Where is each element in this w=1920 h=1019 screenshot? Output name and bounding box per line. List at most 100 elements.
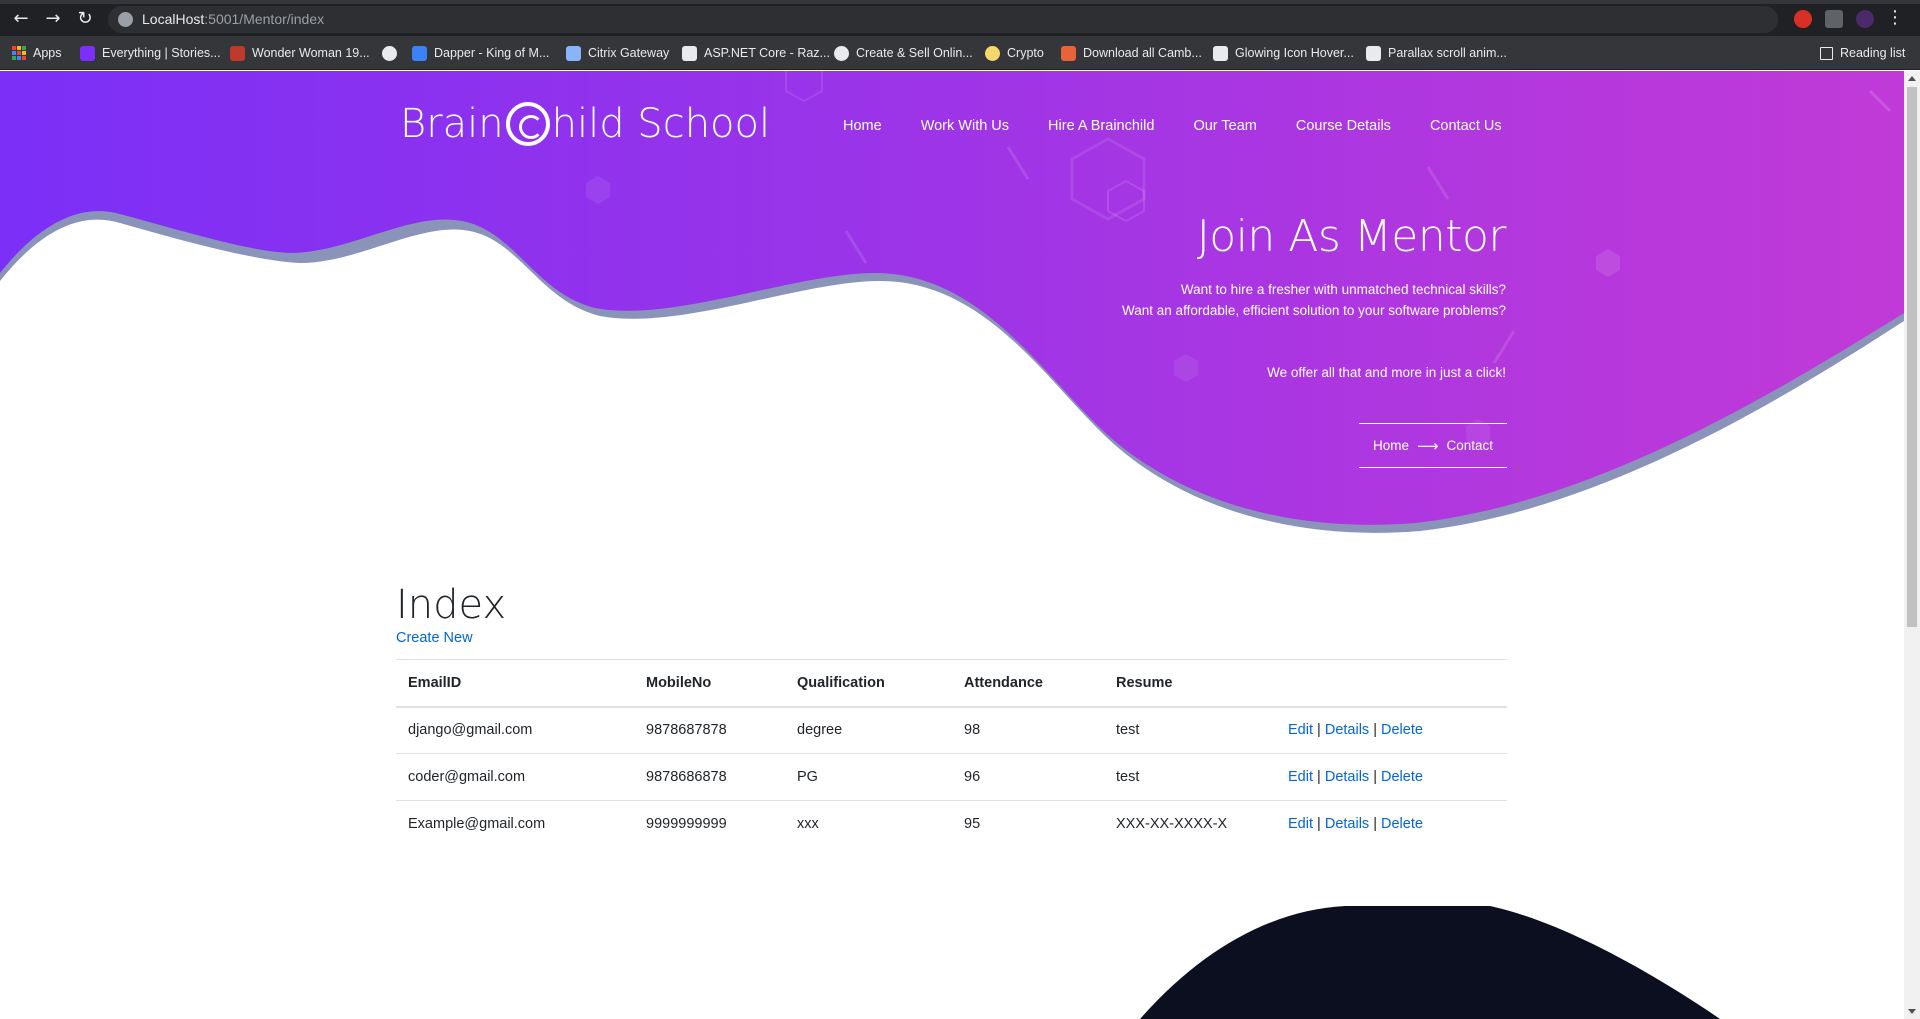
details-link[interactable]: Details xyxy=(1325,769,1369,785)
bookmark-label: Dapper - King of M... xyxy=(434,46,550,60)
kebab-menu-icon[interactable]: ⋮ xyxy=(1884,7,1906,29)
tab-strip xyxy=(0,0,1920,4)
scrollbar-thumb[interactable] xyxy=(1907,87,1917,627)
column-header-mobileno: MobileNo xyxy=(634,659,785,708)
bookmark-item[interactable]: ASP.NET Core - Raz... xyxy=(682,44,830,62)
breadcrumb: Home ⟶ Contact xyxy=(1359,423,1507,468)
reload-icon[interactable]: ↻ xyxy=(74,8,96,30)
edit-link[interactable]: Edit xyxy=(1288,722,1313,738)
bookmark-label: Wonder Woman 19... xyxy=(252,46,370,60)
extension-stop-icon[interactable] xyxy=(1794,10,1812,28)
site-info-icon[interactable] xyxy=(118,12,133,27)
column-header-actions xyxy=(1276,659,1507,708)
codepen-favicon xyxy=(1366,45,1381,61)
bookmark-item[interactable]: Citrix Gateway xyxy=(566,44,669,62)
page-scrollbar[interactable] xyxy=(1904,71,1920,1019)
url-text[interactable]: LocalHost:5001/Mentor/index xyxy=(142,11,324,27)
globe-favicon xyxy=(834,45,849,61)
bookmark-item[interactable]: Wonder Woman 19... xyxy=(230,44,370,62)
logo-text-brain: Brain xyxy=(400,101,504,147)
reading-list-label: Reading list xyxy=(1840,46,1906,60)
cell-mobile: 9999999999 xyxy=(646,816,727,833)
codepen-favicon xyxy=(1213,45,1228,61)
cell-qualification: PG xyxy=(785,753,952,801)
cell-email: Example@gmail.com xyxy=(408,816,546,833)
index-section: Index Create New EmailID MobileNo Qualif… xyxy=(396,581,1507,832)
cell-mobile: 9878686878 xyxy=(634,753,785,801)
bookmark-item[interactable]: Create & Sell Onlin... xyxy=(834,44,973,62)
forward-icon[interactable]: → xyxy=(42,8,64,30)
cell-qualification: degree xyxy=(785,706,952,754)
address-bar[interactable]: LocalHost:5001/Mentor/index xyxy=(108,6,1778,33)
nav-link-contact-us[interactable]: Contact Us xyxy=(1430,118,1502,134)
edit-link[interactable]: Edit xyxy=(1288,769,1313,785)
bookmark-item[interactable]: Everything | Stories... xyxy=(80,44,221,62)
dapper-favicon xyxy=(412,45,427,61)
create-new-link[interactable]: Create New xyxy=(396,630,473,646)
extensions-puzzle-icon[interactable] xyxy=(1825,10,1843,28)
delete-link[interactable]: Delete xyxy=(1381,769,1423,785)
profile-avatar[interactable] xyxy=(1856,10,1874,28)
nav-link-hire-a-brainchild[interactable]: Hire A Brainchild xyxy=(1048,118,1154,134)
table-row: django@gmail.com 9878687878 degree 98 test Ed… xyxy=(396,706,1507,754)
bookmark-label: ASP.NET Core - Raz... xyxy=(704,46,830,60)
main-nav: Home Work With Us Hire A Brainchild Our Tea… xyxy=(843,118,1502,134)
hero-line-3: We offer all that and more in just a cli… xyxy=(1267,365,1506,380)
bookmark-label: Crypto xyxy=(1007,46,1044,60)
action-separator: | xyxy=(1373,769,1377,785)
bookmark-item[interactable]: Download all Camb... xyxy=(1061,44,1202,62)
bookmark-item[interactable] xyxy=(382,44,397,62)
details-link[interactable]: Details xyxy=(1325,816,1369,832)
bookmark-item[interactable]: Parallax scroll anim... xyxy=(1366,44,1507,62)
cell-email: coder@gmail.com xyxy=(396,753,634,801)
cell-attendance: 96 xyxy=(952,753,1104,801)
details-link[interactable]: Details xyxy=(1325,722,1369,738)
nav-link-our-team[interactable]: Our Team xyxy=(1193,118,1256,134)
cell-resume: test xyxy=(1104,753,1276,801)
mentor-table: EmailID MobileNo Qualification Attendanc… xyxy=(396,659,1507,848)
asp-favicon xyxy=(682,45,697,61)
globe-favicon xyxy=(382,45,397,61)
hero-line-2: Want an affordable, efficient solution t… xyxy=(1122,303,1506,318)
column-header-qualification: Qualification xyxy=(785,659,952,708)
lock-favicon xyxy=(566,45,581,61)
action-separator: | xyxy=(1317,722,1321,739)
breadcrumb-home-link[interactable]: Home xyxy=(1373,438,1409,453)
cell-mobile: 9878687878 xyxy=(634,706,785,754)
column-header-attendance: Attendance xyxy=(952,659,1104,708)
bookmark-item[interactable]: Dapper - King of M... xyxy=(412,44,549,62)
scroll-down-arrow-icon[interactable] xyxy=(1908,1009,1916,1014)
page-viewport: Brain hild School Home Work With Us Hire A … xyxy=(0,71,1904,1019)
nav-link-course-details[interactable]: Course Details xyxy=(1296,118,1391,134)
cell-actions: Edit | Details | Delete xyxy=(1276,753,1507,801)
scroll-up-arrow-icon[interactable] xyxy=(1908,76,1916,81)
cell-qualification: xxx xyxy=(797,816,819,833)
reading-list-button[interactable]: Reading list xyxy=(1820,44,1905,62)
site-logo[interactable]: Brain hild School xyxy=(400,101,770,147)
bookmarks-bar: Reading list Apps Everything | Stories...… xyxy=(0,36,1920,70)
bookmark-item[interactable]: Crypto xyxy=(985,44,1044,62)
cell-email: django@gmail.com xyxy=(396,706,634,754)
logo-text-school: hild School xyxy=(551,101,771,147)
table-row: Example@gmail.com 9999999999 xxx 95 XXX-XX-X… xyxy=(396,801,1507,848)
cell-resume: test xyxy=(1104,706,1276,754)
action-separator: | xyxy=(1317,816,1321,833)
bookmark-item[interactable]: Apps xyxy=(12,44,62,62)
bookmark-label: Create & Sell Onlin... xyxy=(856,46,973,60)
cell-attendance: 95 xyxy=(964,816,981,833)
back-icon[interactable]: ← xyxy=(10,8,32,30)
download-favicon xyxy=(1061,45,1076,61)
cell-actions: Edit | Details | Delete xyxy=(1276,801,1507,848)
apps-grid-icon xyxy=(12,46,26,60)
action-separator: | xyxy=(1317,769,1321,785)
bookmark-label: Glowing Icon Hover... xyxy=(1235,46,1354,60)
hero-title: Join As Mentor xyxy=(1196,211,1507,262)
nav-link-home[interactable]: Home xyxy=(843,118,882,134)
edit-link[interactable]: Edit xyxy=(1288,816,1313,832)
hero-background xyxy=(0,71,1904,533)
bookmark-item[interactable]: Glowing Icon Hover... xyxy=(1213,44,1354,62)
table-header-row: EmailID MobileNo Qualification Attendanc… xyxy=(396,659,1507,708)
delete-link[interactable]: Delete xyxy=(1381,816,1423,832)
delete-link[interactable]: Delete xyxy=(1381,722,1423,738)
nav-link-work-with-us[interactable]: Work With Us xyxy=(921,118,1009,134)
